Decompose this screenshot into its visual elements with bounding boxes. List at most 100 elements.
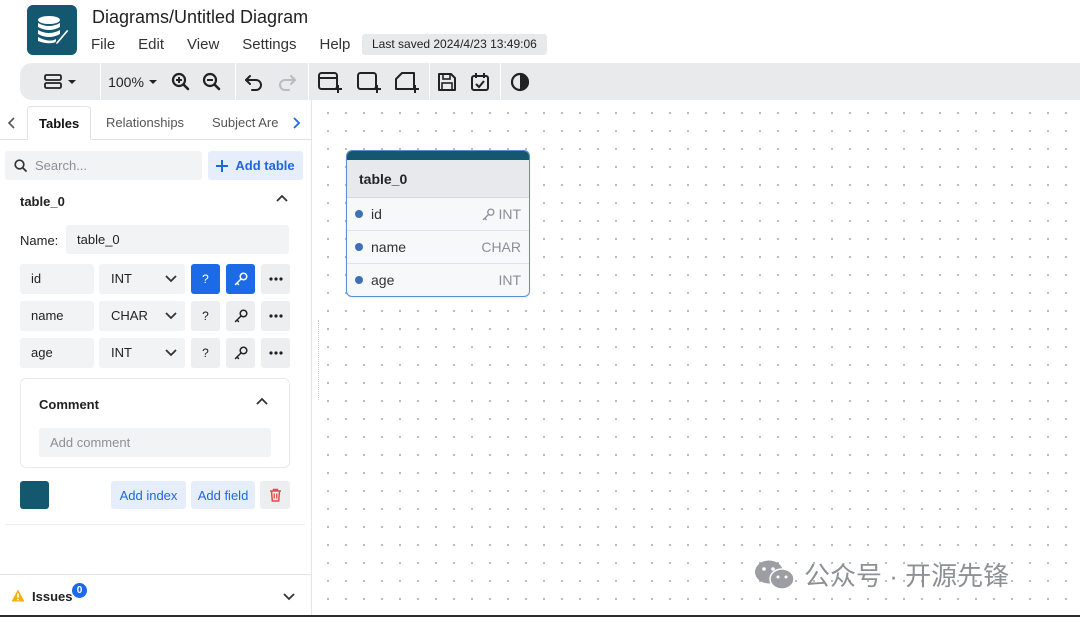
tabs-scroll-right[interactable] [286,106,306,140]
field-type-value: INT [111,345,132,360]
table-section-header[interactable]: table_0 [20,194,65,209]
chevron-down-icon [165,264,177,305]
table-color-strip [347,151,529,160]
field-type-value: CHAR [111,308,148,323]
layout-icon [43,73,62,89]
comment-input[interactable] [39,428,271,457]
chevron-up-icon [276,194,288,202]
calendar-check-icon [471,72,489,91]
layout-dropdown[interactable] [20,63,100,100]
add-area-tool[interactable] [351,63,387,100]
redo-icon [279,74,296,91]
diagram-table-title: table_0 [347,160,529,198]
chevron-right-icon [293,117,300,129]
comment-title[interactable]: Comment [39,397,99,412]
diagram-table-card[interactable]: table_0 id INT name CHAR age INT [346,150,530,297]
redo-button[interactable] [272,63,302,100]
comment-collapse-toggle[interactable] [255,395,269,414]
field-connector-dot[interactable] [355,243,363,251]
add-table-button[interactable]: Add table [208,151,303,180]
chevron-down-icon [165,301,177,342]
key-icon [234,272,248,286]
search-box[interactable] [5,151,202,180]
field-type-select[interactable]: INT [99,338,185,368]
menu-help[interactable]: Help [319,36,350,53]
menu-file[interactable]: File [91,36,115,53]
issues-panel[interactable]: Issues 0 [0,574,312,617]
field-name-input[interactable]: id [20,264,94,294]
issues-count-badge: 0 [72,583,87,598]
diagram-field-name: id [371,206,382,222]
primary-key-toggle[interactable] [226,338,255,368]
zoom-in-button[interactable] [165,63,195,100]
caret-down-icon [67,79,76,84]
primary-key-toggle[interactable] [226,301,255,331]
tasks-button[interactable] [464,63,496,100]
search-input[interactable] [35,158,195,173]
name-label: Name: [20,233,59,248]
field-more-button[interactable] [261,301,290,331]
warning-icon [11,589,25,602]
zoom-dropdown[interactable]: 100% [101,63,165,100]
field-more-button[interactable] [261,264,290,294]
more-icon [268,351,283,355]
tab-tables[interactable]: Tables [27,106,92,140]
table-name-input[interactable] [66,225,289,254]
diagram-field-type: CHAR [481,239,521,255]
add-table-tool[interactable] [309,63,351,100]
last-saved-badge: Last saved 2024/4/23 13:49:06 [362,34,547,55]
primary-key-toggle[interactable] [226,264,255,294]
key-icon [234,346,248,360]
diagram-field-type: INT [498,272,521,288]
field-row: name CHAR ? [20,301,290,331]
field-type-select[interactable]: CHAR [99,301,185,331]
nullable-toggle[interactable]: ? [191,301,220,331]
caret-down-icon [148,79,157,84]
menu-settings[interactable]: Settings [242,36,296,53]
diagram-field-type: INT [498,206,521,222]
diagram-field-row[interactable]: name CHAR [347,231,529,264]
key-icon [483,208,495,221]
menu-view[interactable]: View [187,36,219,53]
undo-icon [245,74,262,91]
issues-label: Issues [32,589,73,604]
app-logo[interactable] [27,5,77,55]
wechat-icon [755,560,795,590]
add-note-tool[interactable] [387,63,427,100]
theme-toggle[interactable] [501,63,539,100]
diagram-field-row[interactable]: age INT [347,264,529,296]
menu-edit[interactable]: Edit [138,36,164,53]
field-connector-dot[interactable] [355,276,363,284]
undo-button[interactable] [236,63,272,100]
diagram-field-type-wrap: INT [482,198,521,231]
nullable-toggle[interactable]: ? [191,338,220,368]
field-name-input[interactable]: age [20,338,94,368]
table-collapse-toggle[interactable] [275,192,289,211]
tab-relationships[interactable]: Relationships [106,106,184,140]
field-name-input[interactable]: name [20,301,94,331]
issues-expand-toggle[interactable] [282,589,296,608]
field-type-select[interactable]: INT [99,264,185,294]
tabs-scroll-left[interactable] [2,106,22,140]
contrast-icon [510,72,530,91]
add-field-button[interactable]: Add field [191,481,255,509]
save-button[interactable] [430,63,464,100]
zoom-in-icon [171,72,189,91]
diagram-field-row[interactable]: id INT [347,198,529,231]
delete-table-button[interactable] [260,481,290,509]
zoom-out-button[interactable] [195,63,227,100]
panel-resize-handle[interactable] [318,320,320,400]
add-table-label: Add table [235,158,295,173]
table-color-picker[interactable] [20,481,49,509]
field-more-button[interactable] [261,338,290,368]
key-icon [234,309,248,323]
tab-subject-areas[interactable]: Subject Are [212,106,279,140]
chevron-up-icon [256,397,268,405]
add-index-button[interactable]: Add index [111,481,186,509]
field-connector-dot[interactable] [355,210,363,218]
search-icon [14,159,27,172]
diagram-field-name: name [371,239,407,255]
watermark-text: 公众号 · 开源先锋 [804,561,1010,591]
diagram-title[interactable]: Diagrams/Untitled Diagram [92,7,308,28]
nullable-toggle[interactable]: ? [191,264,220,294]
